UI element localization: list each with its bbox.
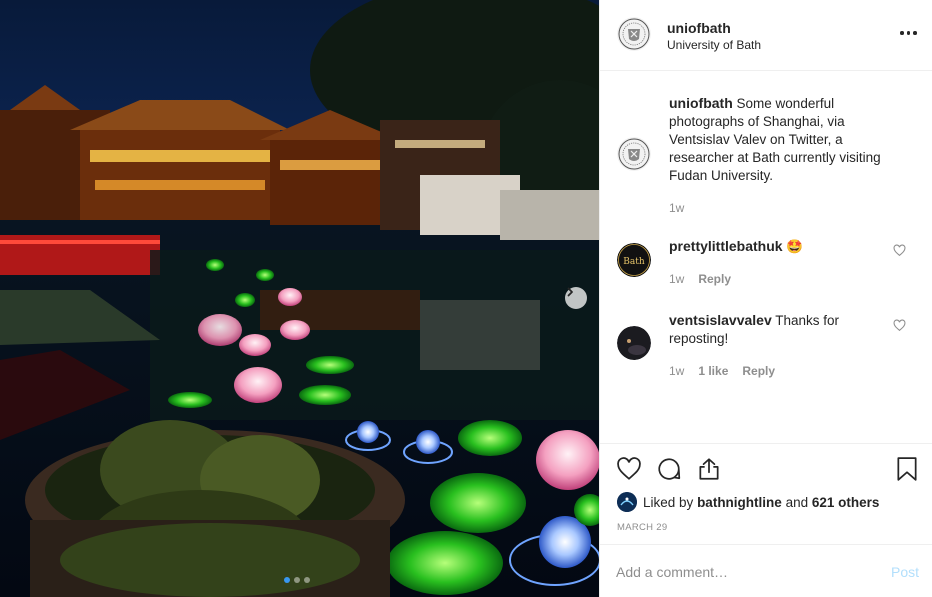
share-icon[interactable] [696,456,722,482]
post-sidebar: uniofbath University of Bath uniofbath S… [599,0,932,597]
carousel-dot-active [284,577,290,583]
author-avatar[interactable] [617,17,651,51]
comment-input[interactable] [616,563,866,581]
more-options-button[interactable] [900,31,917,35]
like-comment-heart-icon[interactable] [893,244,906,257]
comment-time[interactable]: 1w [669,272,684,286]
caption-username[interactable]: uniofbath [669,95,733,111]
commenter-avatar[interactable]: Bath [617,243,651,277]
liked-by-line: Liked by bathnightline and 621 others [617,492,879,512]
add-comment-bar: Post [600,544,932,597]
liked-by-user[interactable]: bathnightline [697,495,782,510]
author-location[interactable]: University of Bath [667,38,761,52]
dot [906,31,910,35]
comment-username[interactable]: prettylittlebathuk [669,238,783,254]
post-photo[interactable] [0,0,599,597]
night-lanterns-photo [0,0,599,597]
bath-logo-icon: Bath [617,243,651,277]
like-comment-heart-icon[interactable] [893,319,906,332]
caption-avatar[interactable] [617,137,651,171]
bookmark-icon[interactable] [896,456,918,482]
post-header: uniofbath University of Bath [600,0,932,71]
comment-meta: 1w Reply [669,272,731,286]
liked-by-prefix: Liked by [643,494,694,510]
profile-photo-icon [617,326,651,360]
post-actions: Liked by bathnightline and 621 others MA… [600,443,932,544]
bath-nightline-logo-icon [617,492,637,512]
liker-avatar[interactable] [617,492,637,512]
commenter-avatar[interactable] [617,326,651,360]
comments-list[interactable]: uniofbath Some wonderful photographs of … [600,71,932,443]
caption-text: uniofbath Some wonderful photographs of … [669,94,894,185]
comment-meta: 1w 1 like Reply [669,364,775,378]
comment-icon[interactable] [656,456,682,482]
comment-username[interactable]: ventsislavvalev [669,312,772,328]
liked-by-others[interactable]: 621 others [812,495,880,510]
carousel-dot [294,577,300,583]
comment-likes[interactable]: 1 like [698,364,728,378]
university-crest-icon [617,17,651,51]
dot [900,31,904,35]
chevron-right-icon [567,287,573,297]
post-comment-button[interactable]: Post [891,564,919,580]
comment-text: ventsislavvalev Thanks for reposting! [669,311,894,348]
comment-body: 🤩 [786,239,804,254]
caption-meta: 1w [669,201,684,215]
heart-icon[interactable] [616,456,642,482]
author-username[interactable]: uniofbath [667,20,731,36]
svg-text:Bath: Bath [623,257,645,267]
post-date[interactable]: MARCH 29 [617,522,667,533]
liked-by-connector: and [785,494,809,510]
liked-by-text: Liked by bathnightline and 621 others [643,495,879,510]
comment-text: prettylittlebathuk 🤩 [669,237,894,256]
reply-button[interactable]: Reply [698,272,731,286]
dot [913,31,917,35]
university-crest-icon [617,137,651,171]
carousel-indicator [284,577,310,583]
comment-time[interactable]: 1w [669,364,684,378]
carousel-dot [304,577,310,583]
next-photo-button[interactable] [565,287,587,309]
reply-button[interactable]: Reply [742,364,775,378]
caption-time[interactable]: 1w [669,201,684,215]
